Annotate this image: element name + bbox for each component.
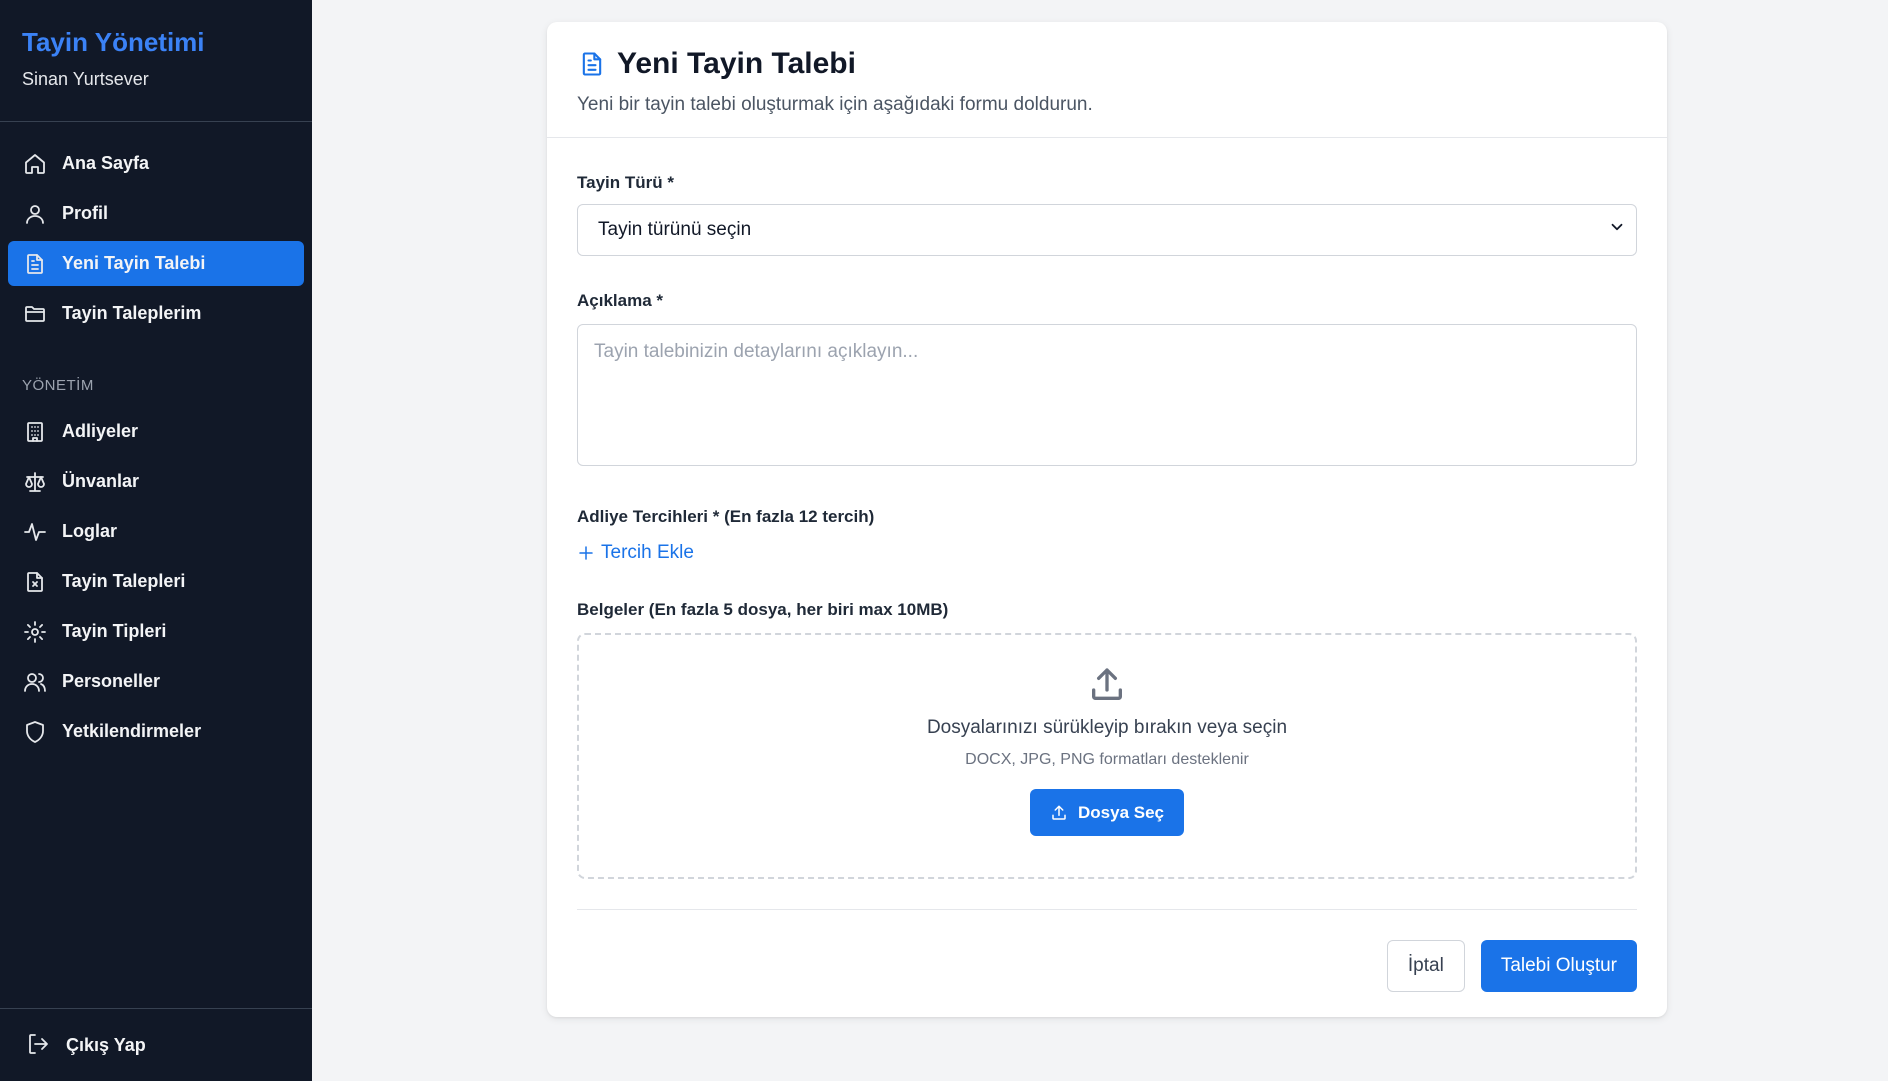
- users-icon: [22, 669, 48, 695]
- add-preference-button[interactable]: Tercih Ekle: [577, 542, 694, 564]
- form-actions: İptal Talebi Oluştur: [577, 940, 1637, 992]
- add-preference-label: Tercih Ekle: [601, 542, 694, 563]
- page-subtitle: Yeni bir tayin talebi oluşturmak için aş…: [577, 94, 1093, 115]
- sidebar-item-label: Personeller: [62, 671, 161, 691]
- sidebar-brand: Tayin Yönetimi Sinan Yurtsever: [0, 0, 312, 122]
- type-label: Tayin Türü *: [577, 173, 674, 192]
- logout-button[interactable]: Çıkış Yap: [0, 1008, 312, 1081]
- submit-button[interactable]: Talebi Oluştur: [1480, 940, 1637, 992]
- folder-icon: [22, 301, 48, 327]
- new-request-card: Yeni Tayin Talebi Yeni bir tayin talebi …: [547, 22, 1667, 1017]
- plus-icon: [577, 544, 595, 562]
- sidebar-item-adliyeler[interactable]: Adliyeler: [8, 409, 304, 454]
- building-icon: [22, 419, 48, 445]
- main-nav: Ana Sayfa Profil Yeni Tayin Talebi Tayin…: [0, 122, 312, 754]
- sidebar-item-label: Tayin Tipleri: [62, 621, 167, 641]
- sidebar-item-yetkilendirmeler[interactable]: Yetkilendirmeler: [8, 709, 304, 754]
- home-icon: [22, 151, 48, 177]
- card-title-row: Yeni Tayin Talebi: [577, 46, 1637, 82]
- sidebar-item-label: Ana Sayfa: [62, 153, 150, 173]
- sidebar-item-label: Tayin Taleplerim: [62, 303, 202, 323]
- activity-icon: [22, 519, 48, 545]
- sidebar-item-label: Ünvanlar: [62, 471, 140, 491]
- sidebar-item-unvanlar[interactable]: Ünvanlar: [8, 459, 304, 504]
- sidebar-item-label: Profil: [62, 203, 109, 223]
- dropzone-title: Dosyalarınızı sürükleyip bırakın veya se…: [926, 717, 1288, 738]
- chevron-down-icon: [1608, 218, 1626, 242]
- card-header: Yeni Tayin Talebi Yeni bir tayin talebi …: [547, 22, 1667, 138]
- form-body: Tayin Türü * Tayin türünü seçin Açıklama…: [547, 172, 1667, 992]
- document-icon: [577, 49, 607, 79]
- choose-file-label: Dosya Seç: [1078, 802, 1164, 822]
- sidebar-item-tayin-tipleri[interactable]: Tayin Tipleri: [8, 609, 304, 654]
- description-textarea[interactable]: [577, 324, 1637, 466]
- choose-file-button[interactable]: Dosya Seç: [1030, 789, 1184, 836]
- document-icon: [22, 251, 48, 277]
- upload-icon: [1087, 665, 1127, 705]
- section-label-yonetim: YÖNETİM: [22, 377, 94, 394]
- file-x-icon: [22, 569, 48, 595]
- user-name: Sinan Yurtsever: [22, 69, 149, 89]
- sidebar: Tayin Yönetimi Sinan Yurtsever Ana Sayfa…: [0, 0, 312, 1081]
- sidebar-item-personeller[interactable]: Personeller: [8, 659, 304, 704]
- scale-icon: [22, 469, 48, 495]
- documents-label: Belgeler (En fazla 5 dosya, her biri max…: [577, 600, 949, 619]
- app-title: Tayin Yönetimi: [22, 27, 205, 57]
- sidebar-item-label: Tayin Talepleri: [62, 571, 186, 591]
- sidebar-item-profil[interactable]: Profil: [8, 191, 304, 236]
- preferences-label: Adliye Tercihleri * (En fazla 12 tercih): [577, 507, 875, 526]
- logout-icon: [26, 1032, 52, 1058]
- dropzone-subtitle: DOCX, JPG, PNG formatları desteklenir: [965, 751, 1249, 768]
- cancel-button[interactable]: İptal: [1386, 940, 1465, 992]
- shield-icon: [22, 719, 48, 745]
- sidebar-item-loglar[interactable]: Loglar: [8, 509, 304, 554]
- type-select[interactable]: Tayin türünü seçin: [577, 204, 1637, 256]
- form-divider: [577, 909, 1637, 910]
- type-select-value: Tayin türünü seçin: [598, 219, 752, 240]
- gear-icon: [22, 619, 48, 645]
- sidebar-item-yeni-tayin-talebi[interactable]: Yeni Tayin Talebi: [8, 241, 304, 286]
- user-icon: [22, 201, 48, 227]
- sidebar-item-label: Yeni Tayin Talebi: [62, 253, 206, 273]
- sidebar-item-ana-sayfa[interactable]: Ana Sayfa: [8, 141, 304, 186]
- sidebar-item-label: Yetkilendirmeler: [62, 721, 202, 741]
- sidebar-item-label: Adliyeler: [62, 421, 139, 441]
- sidebar-item-tayin-talepleri[interactable]: Tayin Talepleri: [8, 559, 304, 604]
- logout-label: Çıkış Yap: [66, 1034, 146, 1055]
- file-dropzone[interactable]: Dosyalarınızı sürükleyip bırakın veya se…: [577, 633, 1637, 879]
- sidebar-item-label: Loglar: [62, 521, 118, 541]
- page-title: Yeni Tayin Talebi: [617, 47, 856, 80]
- sidebar-item-tayin-taleplerim[interactable]: Tayin Taleplerim: [8, 291, 304, 336]
- upload-icon: [1050, 804, 1068, 822]
- description-label: Açıklama *: [577, 291, 663, 310]
